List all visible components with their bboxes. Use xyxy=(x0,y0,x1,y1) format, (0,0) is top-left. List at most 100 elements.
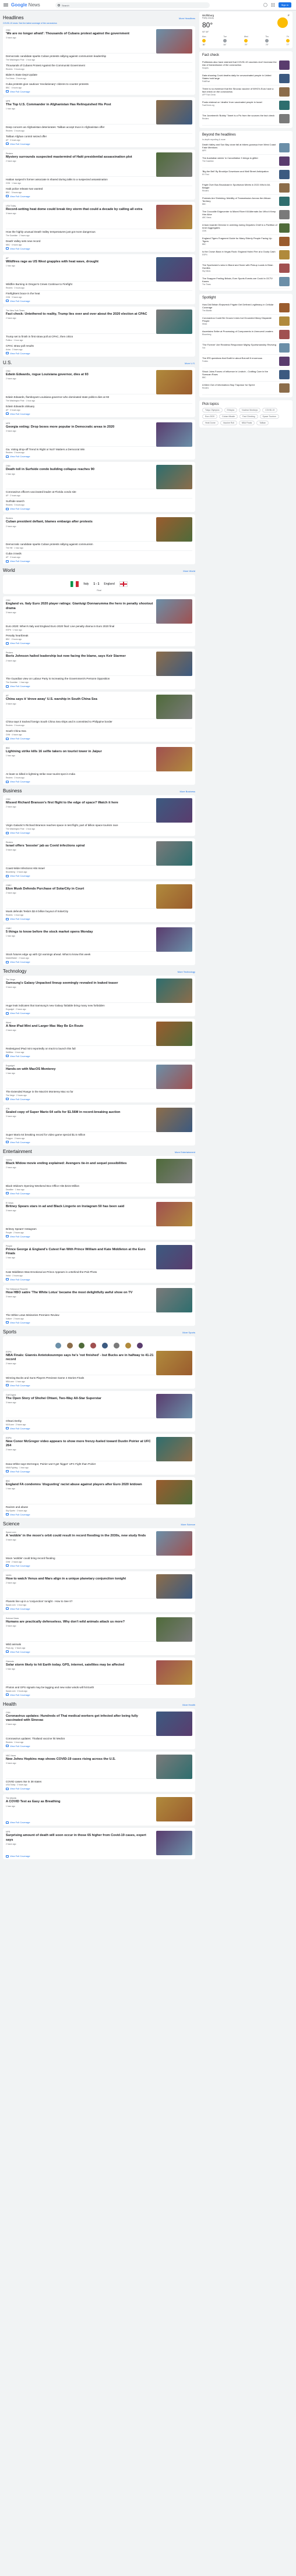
more-link[interactable]: More Science xyxy=(181,1523,195,1526)
related-story[interactable]: Black Widow's Opening Weekend Box Office… xyxy=(6,1182,192,1191)
sidebar-story-thumbnail[interactable] xyxy=(279,303,290,312)
related-source[interactable]: The Washington Post xyxy=(6,59,24,61)
sidebar-story-thumbnail[interactable] xyxy=(279,370,290,379)
section-title[interactable]: Headlines xyxy=(3,15,24,20)
related-story[interactable]: South China Sea CNN · 4 hours ago xyxy=(6,728,192,736)
related-source[interactable]: AP xyxy=(6,139,8,141)
related-headline[interactable]: Trump set to finish in first straw poll … xyxy=(6,333,192,339)
related-headline[interactable]: Edwin Edwards, flamboyant Louisiana gove… xyxy=(6,393,192,399)
story-headline[interactable]: 'We are no longer afraid': Thousands of … xyxy=(6,32,154,36)
story-thumbnail[interactable] xyxy=(156,599,192,624)
story-source[interactable]: Reuters xyxy=(6,652,154,654)
related-story[interactable]: Photos and GPS signals may be lagging an… xyxy=(6,1684,192,1692)
full-coverage-link[interactable]: View Full Coverage xyxy=(6,90,192,93)
sidebar-story[interactable]: The Sportsmen's wins in Bland and Sarre … xyxy=(202,262,290,275)
sidebar-story-headline[interactable]: A face-hoarder Director in ordering duri… xyxy=(202,223,277,229)
lead-story[interactable]: The Verge Samsung's Galaxy Unpacked lineu… xyxy=(6,979,192,1004)
story-source[interactable]: CNBC xyxy=(6,884,154,887)
story-source[interactable]: Wired xyxy=(6,1022,154,1024)
story-thumbnail[interactable] xyxy=(156,1831,192,1856)
sidebar-story[interactable]: England Tigers Fragment Guide for Many E… xyxy=(202,235,290,248)
related-story[interactable]: Stock futures edge up with Q2 earnings a… xyxy=(6,951,192,959)
story-source[interactable]: The Hollywood Reporter xyxy=(6,1288,154,1290)
related-story[interactable]: Democratic candidate sparks Cuban protes… xyxy=(6,541,192,549)
related-story[interactable]: At least 11 killed in lightning strike n… xyxy=(6,771,192,779)
related-headline[interactable]: Moon 'wobble' could bring record floodin… xyxy=(6,1554,192,1560)
full-coverage-link[interactable]: View Full Coverage xyxy=(6,247,192,250)
lead-story[interactable]: CNN 'We are no longer afraid': Thousands … xyxy=(6,29,192,54)
related-headline[interactable]: Coronavirus updates: Thailand vaccine hi… xyxy=(6,1735,192,1741)
related-story[interactable]: Edwin Edwards, flamboyant Louisiana gove… xyxy=(6,393,192,402)
related-headline[interactable]: Huge leak indicates that Samsung's new G… xyxy=(6,1002,192,1008)
full-coverage-link[interactable]: View Full Coverage xyxy=(6,831,192,834)
lead-story[interactable]: BBC Lightning strike kills 16 selfie take… xyxy=(6,747,192,772)
story-source[interactable]: Engadget xyxy=(6,1065,154,1067)
related-story[interactable]: Kate Middleton Was Emotional as Prince A… xyxy=(6,1268,192,1277)
story-source[interactable]: NPR xyxy=(6,100,154,102)
full-coverage-link[interactable]: View Full Coverage xyxy=(6,917,192,920)
full-coverage-link[interactable]: View Full Coverage xyxy=(6,1427,192,1430)
sidebar-story[interactable]: Fright Over Bus Broadcast in Sportsman M… xyxy=(202,182,290,195)
more-link[interactable]: More Health xyxy=(182,1703,195,1706)
story-thumbnail[interactable] xyxy=(156,884,192,909)
related-story[interactable]: Moon 'wobble' could bring record floodin… xyxy=(6,1554,192,1563)
sidebar-story[interactable]: The Crocodile Edgecenter to Miami River … xyxy=(202,208,290,222)
section-title[interactable]: Business xyxy=(3,788,22,794)
lead-story[interactable]: CNN Missed Richard Branson's first flight… xyxy=(6,798,192,823)
topic-chip[interactable]: Ethiopia xyxy=(224,408,238,412)
lead-story[interactable]: Engadget Hands-on with MacOS Monterey 1 ho… xyxy=(6,1064,192,1089)
lead-story[interactable]: Reuters Mystery surrounds suspected maste… xyxy=(6,152,192,177)
sidebar-story[interactable]: Is the Crown Back in Vegas Rock: England… xyxy=(202,248,290,262)
story-headline[interactable]: Elon Musk Defends Purchase of SolarCity … xyxy=(6,887,154,891)
full-coverage-link[interactable]: View Full Coverage xyxy=(6,1098,192,1101)
story-headline[interactable]: The Open Story of Shohei Ohtani, Two-Way… xyxy=(6,1397,154,1401)
team-logo-icon[interactable] xyxy=(67,1342,73,1349)
story-source[interactable]: ESPN xyxy=(6,1437,154,1439)
sidebar-story-headline[interactable]: The IRS questions that Earth're about Bu… xyxy=(202,357,262,360)
related-source[interactable]: Engadget xyxy=(6,1008,14,1011)
related-story[interactable]: Euro 2020: When's Italy and England Euro… xyxy=(6,623,192,631)
team-logo-icon[interactable] xyxy=(137,1342,143,1349)
related-source[interactable]: NBC xyxy=(6,244,10,246)
story-headline[interactable]: Prince George & England's Cutest Fan Wit… xyxy=(6,1248,154,1257)
sidebar-story[interactable]: A Mere Out of Information-Stop Trapdoor … xyxy=(202,382,290,395)
related-headline[interactable]: Democratic candidate sparks Cuban protes… xyxy=(6,53,192,58)
related-story[interactable]: Super Mario 64 breaking record for video… xyxy=(6,1131,192,1140)
story-headline[interactable]: Hands-on with MacOS Monterey xyxy=(6,1068,154,1072)
google-news-logo[interactable]: Google News xyxy=(11,2,40,8)
story-headline[interactable]: Georgia voting: Drop boxes more popular … xyxy=(6,425,154,429)
story-headline[interactable]: Record-setting heat dome could break tin… xyxy=(6,208,154,212)
story-source[interactable]: USA Today xyxy=(6,205,154,207)
topic-chip[interactable]: COVID-19 xyxy=(262,408,278,412)
related-source[interactable]: Vulture xyxy=(6,1318,12,1320)
sidebar-story[interactable]: Posts mislead on 'deaths' from vaccinate… xyxy=(202,99,290,112)
related-source[interactable]: BBC xyxy=(6,638,10,641)
story-source[interactable]: BBC xyxy=(6,747,154,749)
story-headline[interactable]: Cuban president defiant, blames embargo … xyxy=(6,520,154,524)
related-story[interactable]: Penalty heartbreak BBC · 2 hours ago xyxy=(6,632,192,641)
team-logo-icon[interactable] xyxy=(125,1342,131,1349)
related-story[interactable]: China says it tracked foreign South Chin… xyxy=(6,718,192,727)
sidebar-story-headline[interactable]: Shout Joins Forces of Influence in Lindr… xyxy=(202,370,268,376)
story-thumbnail[interactable] xyxy=(156,1064,192,1089)
related-source[interactable]: Axios xyxy=(6,348,10,351)
story-source[interactable]: CNN xyxy=(6,599,154,602)
sidebar-story[interactable]: Data showing Covid deaths daily for unva… xyxy=(202,72,290,86)
sidebar-story-headline[interactable]: Is the Crown Back in Vegas Rock: England… xyxy=(202,250,276,253)
related-source[interactable]: Reuters xyxy=(6,130,13,132)
related-source[interactable]: 9to5Mac xyxy=(6,1051,13,1054)
story-thumbnail[interactable] xyxy=(156,152,192,177)
story-headline[interactable]: How HBO satire 'The White Lotus' became … xyxy=(6,1291,154,1295)
story-headline[interactable]: Edwin Edwards, rogue Louisiana governor,… xyxy=(6,373,154,377)
section-title[interactable]: World xyxy=(3,568,15,573)
story-thumbnail[interactable] xyxy=(156,309,192,334)
related-headline[interactable]: Photos and GPS signals may be lagging an… xyxy=(6,1684,192,1689)
lead-story[interactable]: ESPN NBA Finals: Giannis Antetokounmpo sa… xyxy=(6,1350,192,1375)
related-story[interactable]: Firefighters brace in the heat CNN · 3 ho… xyxy=(6,290,192,298)
lead-story[interactable]: The Atlantic A COVID Test as Easy as Brea… xyxy=(6,1797,192,1822)
related-story[interactable]: Deep concern as Afghanistan deteriorates… xyxy=(6,123,192,132)
full-coverage-link[interactable]: View Full Coverage xyxy=(6,1384,192,1387)
lead-story[interactable]: People Prince George & England's Cutest F… xyxy=(6,1244,192,1269)
full-coverage-link[interactable]: View Full Coverage xyxy=(6,1192,192,1195)
sidebar-story-thumbnail[interactable] xyxy=(279,316,290,326)
